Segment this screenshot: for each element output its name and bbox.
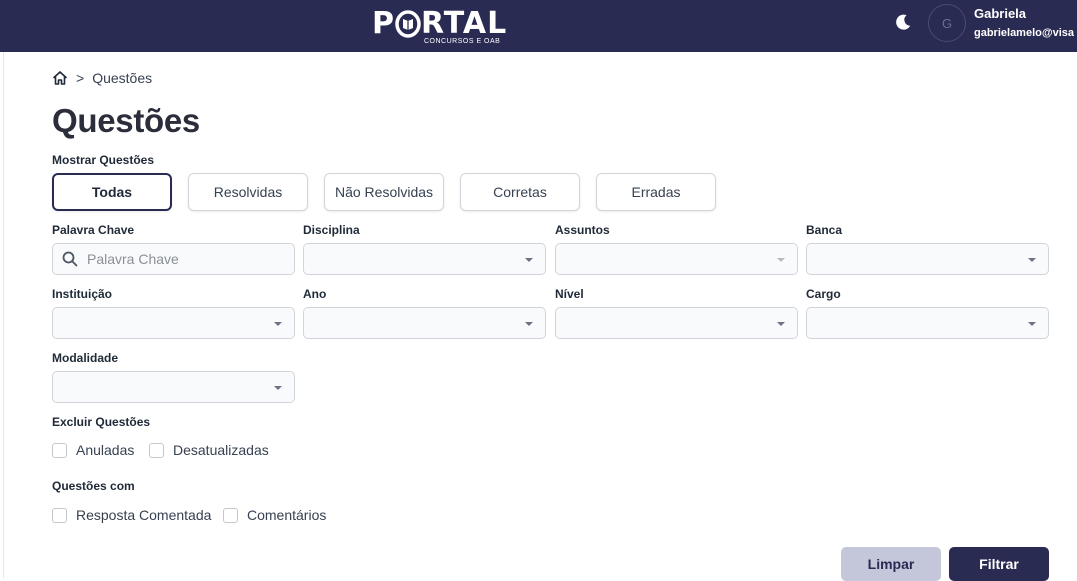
filter-option-resolvidas[interactable]: Resolvidas (188, 173, 308, 211)
content-divider (3, 52, 4, 578)
user-email: gabrielamelo@visa (974, 27, 1074, 39)
ano-label: Ano (303, 287, 327, 301)
checkbox-box[interactable] (223, 507, 238, 523)
with-label: Questões com (52, 479, 135, 493)
chevron-down-icon (525, 322, 533, 326)
keyword-label: Palavra Chave (52, 223, 135, 237)
filter-button[interactable]: Filtrar (949, 547, 1049, 581)
nivel-label: Nível (555, 287, 584, 301)
modalidade-select[interactable] (52, 371, 295, 403)
filter-option-todas[interactable]: Todas (52, 173, 172, 211)
checkbox-resposta-comentada[interactable]: Resposta Comentada (52, 507, 211, 523)
filter-option-corretas[interactable]: Corretas (460, 173, 580, 211)
checkbox-desatualizadas[interactable]: Desatualizadas (149, 442, 269, 458)
logo-subtitle: CONCURSOS E OAB (424, 38, 501, 45)
instituicao-label: Instituição (52, 287, 113, 301)
chevron-down-icon (777, 258, 785, 262)
checkbox-label: Comentários (247, 507, 327, 523)
filter-option-erradas[interactable]: Erradas (596, 173, 716, 211)
checkbox-anuladas[interactable]: Anuladas (52, 442, 134, 458)
disciplina-select[interactable] (303, 243, 546, 275)
disciplina-label: Disciplina (303, 223, 360, 237)
checkbox-label: Anuladas (76, 442, 135, 458)
chevron-down-icon (274, 386, 282, 390)
checkbox-comentarios[interactable]: Comentários (223, 507, 326, 523)
chevron-down-icon (1028, 322, 1036, 326)
cargo-label: Cargo (806, 287, 841, 301)
breadcrumb-current: Questões (92, 70, 153, 86)
checkbox-box[interactable] (52, 507, 67, 523)
keyword-search-field[interactable] (52, 243, 295, 275)
ano-select[interactable] (303, 307, 546, 339)
avatar[interactable]: G (928, 4, 966, 42)
show-filter-label: Mostrar Questões (52, 153, 155, 167)
nivel-select[interactable] (555, 307, 798, 339)
logo-book-icon (395, 10, 421, 38)
assuntos-label: Assuntos (555, 223, 610, 237)
breadcrumb: > Questões (52, 70, 152, 86)
filter-option-nao-resolvidas[interactable]: Não Resolvidas (324, 173, 444, 211)
chevron-down-icon (777, 322, 785, 326)
top-navbar: P RTAL CONCURSOS E OAB G Gabriela gabriel… (0, 0, 1077, 52)
logo-wordmark: P RTAL (372, 6, 508, 41)
search-icon (62, 251, 78, 267)
home-icon[interactable] (52, 70, 68, 86)
exclude-label: Excluir Questões (52, 415, 151, 429)
banca-select[interactable] (806, 243, 1049, 275)
checkbox-box[interactable] (52, 442, 67, 458)
user-name: Gabriela (974, 6, 1027, 21)
cargo-select[interactable] (806, 307, 1049, 339)
portal-logo[interactable]: P RTAL CONCURSOS E OAB (372, 6, 508, 46)
assuntos-select[interactable] (555, 243, 798, 275)
chevron-down-icon (525, 258, 533, 262)
chevron-down-icon (274, 322, 282, 326)
keyword-input[interactable] (87, 251, 277, 267)
page-title: Questões (52, 102, 200, 139)
moon-icon[interactable] (893, 12, 913, 32)
breadcrumb-separator: > (76, 70, 85, 86)
checkbox-label: Resposta Comentada (76, 507, 212, 523)
chevron-down-icon (1028, 258, 1036, 262)
banca-label: Banca (806, 223, 843, 237)
checkbox-box[interactable] (149, 442, 164, 458)
clear-button[interactable]: Limpar (841, 547, 941, 581)
checkbox-label: Desatualizadas (173, 442, 269, 458)
instituicao-select[interactable] (52, 307, 295, 339)
modalidade-label: Modalidade (52, 351, 119, 365)
